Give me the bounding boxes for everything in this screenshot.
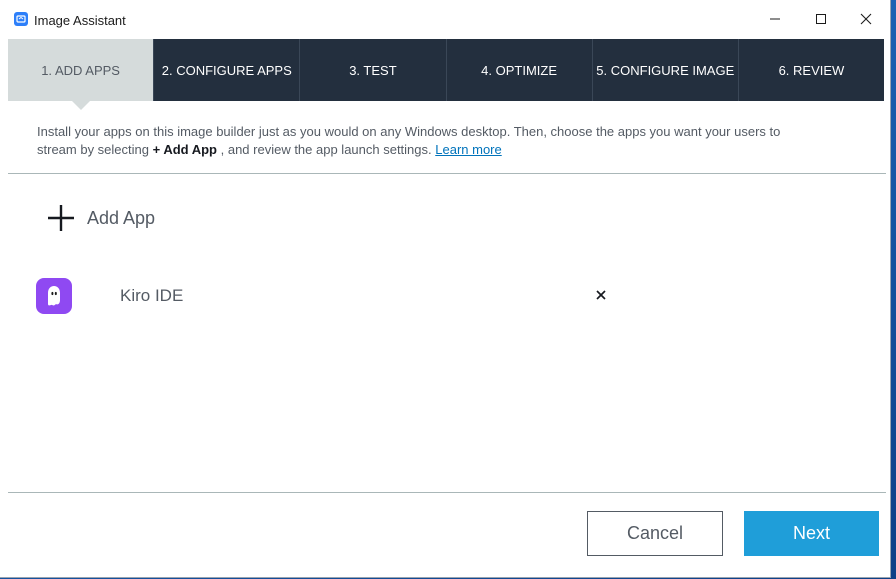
instructions-text: Install your apps on this image builder … [37, 123, 847, 159]
instructions-line-1: Install your apps on this image builder … [37, 124, 781, 139]
next-button[interactable]: Next [744, 511, 879, 556]
title-bar[interactable]: Image Assistant [0, 0, 890, 38]
add-app-reference: + Add App [152, 142, 217, 157]
wizard-steps-nav: 1. ADD APPS 2. CONFIGURE APPS 3. TEST 4.… [8, 39, 884, 110]
footer-divider [8, 492, 886, 493]
remove-icon [596, 290, 606, 300]
minimize-button[interactable] [752, 0, 798, 38]
instructions-line-2-prefix: stream by selecting [37, 142, 153, 157]
add-app-button[interactable]: Add App [46, 203, 155, 233]
instructions-line-2-suffix: , and review the app launch settings. [217, 142, 436, 157]
app-list-item: Kiro IDE [36, 278, 616, 314]
step-test[interactable]: 3. TEST [300, 39, 447, 101]
maximize-button[interactable] [798, 0, 844, 38]
app-name: Kiro IDE [120, 286, 184, 305]
cancel-button[interactable]: Cancel [587, 511, 723, 556]
step-configure-apps[interactable]: 2. CONFIGURE APPS [154, 39, 301, 101]
step-review[interactable]: 6. REVIEW [739, 39, 884, 101]
close-window-button[interactable] [843, 0, 889, 38]
kiro-ghost-icon [36, 278, 72, 314]
learn-more-link[interactable]: Learn more [435, 142, 501, 157]
plus-icon [46, 203, 76, 233]
close-icon [860, 13, 872, 25]
step-optimize[interactable]: 4. OPTIMIZE [447, 39, 593, 101]
minimize-icon [770, 18, 780, 20]
step-configure-image[interactable]: 5. CONFIGURE IMAGE [593, 39, 739, 101]
app-logo-icon [14, 12, 28, 26]
step-add-apps[interactable]: 1. ADD APPS [8, 39, 155, 110]
divider [8, 173, 886, 174]
image-assistant-window: Image Assistant 1. ADD APPS 2. CONFIGURE… [0, 0, 891, 578]
maximize-icon [816, 14, 826, 24]
window-title: Image Assistant [34, 13, 126, 28]
add-app-label: Add App [87, 207, 156, 228]
remove-app-button[interactable] [594, 288, 608, 302]
